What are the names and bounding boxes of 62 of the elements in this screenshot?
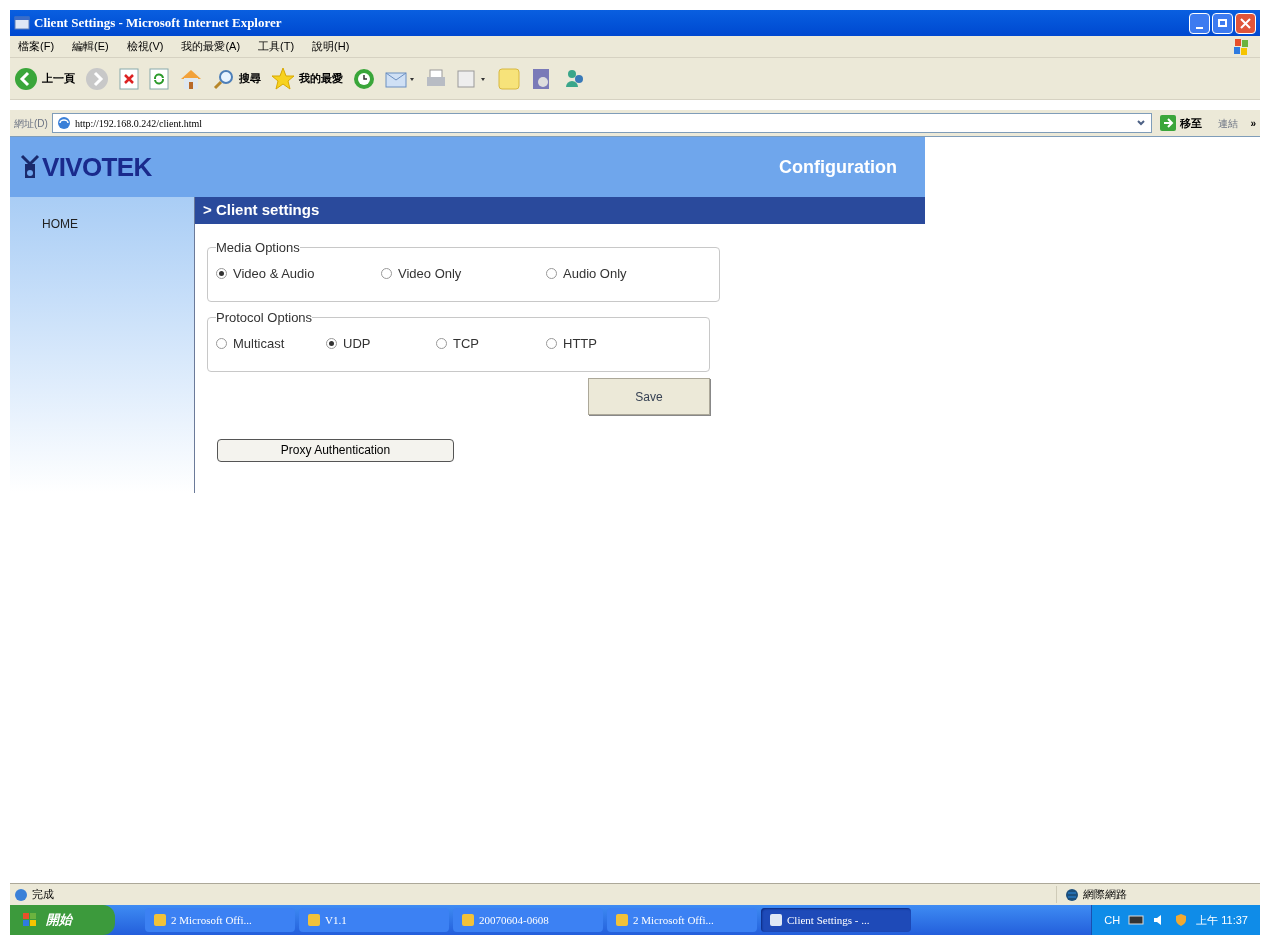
- window-icon: [615, 913, 629, 927]
- language-indicator[interactable]: CH: [1104, 911, 1121, 929]
- taskbar-button[interactable]: 20070604-0608: [453, 908, 603, 932]
- page-heading: Configuration: [779, 155, 897, 179]
- radio-option[interactable]: TCP: [436, 333, 546, 353]
- logo: VIVOTEK: [20, 154, 152, 180]
- keyboard-icon[interactable]: [1128, 914, 1145, 926]
- globe-icon: [1065, 887, 1079, 902]
- sidebar-link[interactable]: HOME: [42, 215, 194, 233]
- menu-item[interactable]: 說明(H): [312, 38, 350, 55]
- save-button[interactable]: Save: [588, 378, 710, 415]
- windows-logo-icon: [22, 912, 38, 928]
- window-icon: [153, 913, 167, 927]
- history-icon[interactable]: [353, 67, 375, 90]
- window-icon: [769, 913, 783, 927]
- menu-item[interactable]: 編輯(E): [72, 38, 109, 55]
- status-text: 完成: [32, 887, 54, 903]
- home-icon[interactable]: [179, 67, 203, 90]
- close-icon: [1240, 17, 1251, 29]
- start-button[interactable]: 開始: [10, 905, 115, 935]
- browser-window-icon: [14, 15, 30, 31]
- radio-option[interactable]: UDP: [326, 333, 436, 353]
- links-button[interactable]: 連結: [1218, 115, 1239, 131]
- group-title: Media Options: [216, 239, 300, 257]
- radio-option[interactable]: Video & Audio: [216, 263, 381, 283]
- window-icon: [307, 913, 321, 927]
- refresh-icon[interactable]: [149, 67, 169, 90]
- taskbar-button[interactable]: 2 Microsoft Offi...: [145, 908, 295, 932]
- address-field[interactable]: http://192.168.0.242/client.html: [51, 113, 1153, 133]
- search-icon: [213, 67, 235, 90]
- go-arrow-icon[interactable]: [1160, 115, 1177, 131]
- taskbar-button[interactable]: V1.1: [299, 908, 449, 932]
- star-icon: [271, 66, 295, 91]
- radio-option[interactable]: Video Only: [381, 263, 546, 283]
- restore-button[interactable]: [1212, 12, 1233, 34]
- menu-item[interactable]: 工具(T): [258, 38, 295, 55]
- menu-item[interactable]: 檔案(F): [18, 38, 55, 55]
- clock: 上午 11:37: [1196, 912, 1248, 928]
- group-title: Protocol Options: [216, 309, 313, 327]
- go-button[interactable]: 移至: [1180, 114, 1203, 132]
- more-links-button[interactable]: »: [1250, 115, 1256, 131]
- taskbar-button[interactable]: Client Settings - ...: [761, 908, 911, 932]
- back-button[interactable]: 上一頁: [14, 66, 75, 91]
- window-icon: [461, 913, 475, 927]
- camera-logo-icon: [20, 154, 40, 180]
- section-title: > Client settings: [195, 197, 925, 224]
- radio-option[interactable]: HTTP: [546, 333, 656, 353]
- search-button[interactable]: 搜尋: [213, 67, 261, 90]
- radio-option[interactable]: Audio Only: [546, 263, 711, 283]
- close-button[interactable]: [1235, 12, 1256, 34]
- stop-icon[interactable]: [119, 67, 139, 90]
- taskbar-button[interactable]: 2 Microsoft Offi...: [607, 908, 757, 932]
- address-label: 網址(D): [14, 116, 48, 131]
- zone-text: 網際網路: [1083, 887, 1127, 903]
- radio-option[interactable]: Multicast: [216, 333, 326, 353]
- favorites-button[interactable]: 我的最愛: [271, 66, 343, 91]
- proxy-authentication-button[interactable]: Proxy Authentication: [217, 438, 454, 462]
- minimize-button[interactable]: [1189, 12, 1210, 34]
- menu-item[interactable]: 我的最愛(A): [181, 38, 241, 55]
- menu-item[interactable]: 檢視(V): [126, 38, 164, 55]
- window-title: Client Settings - Microsoft Internet Explorer: [34, 14, 282, 33]
- shield-icon[interactable]: [1174, 913, 1189, 927]
